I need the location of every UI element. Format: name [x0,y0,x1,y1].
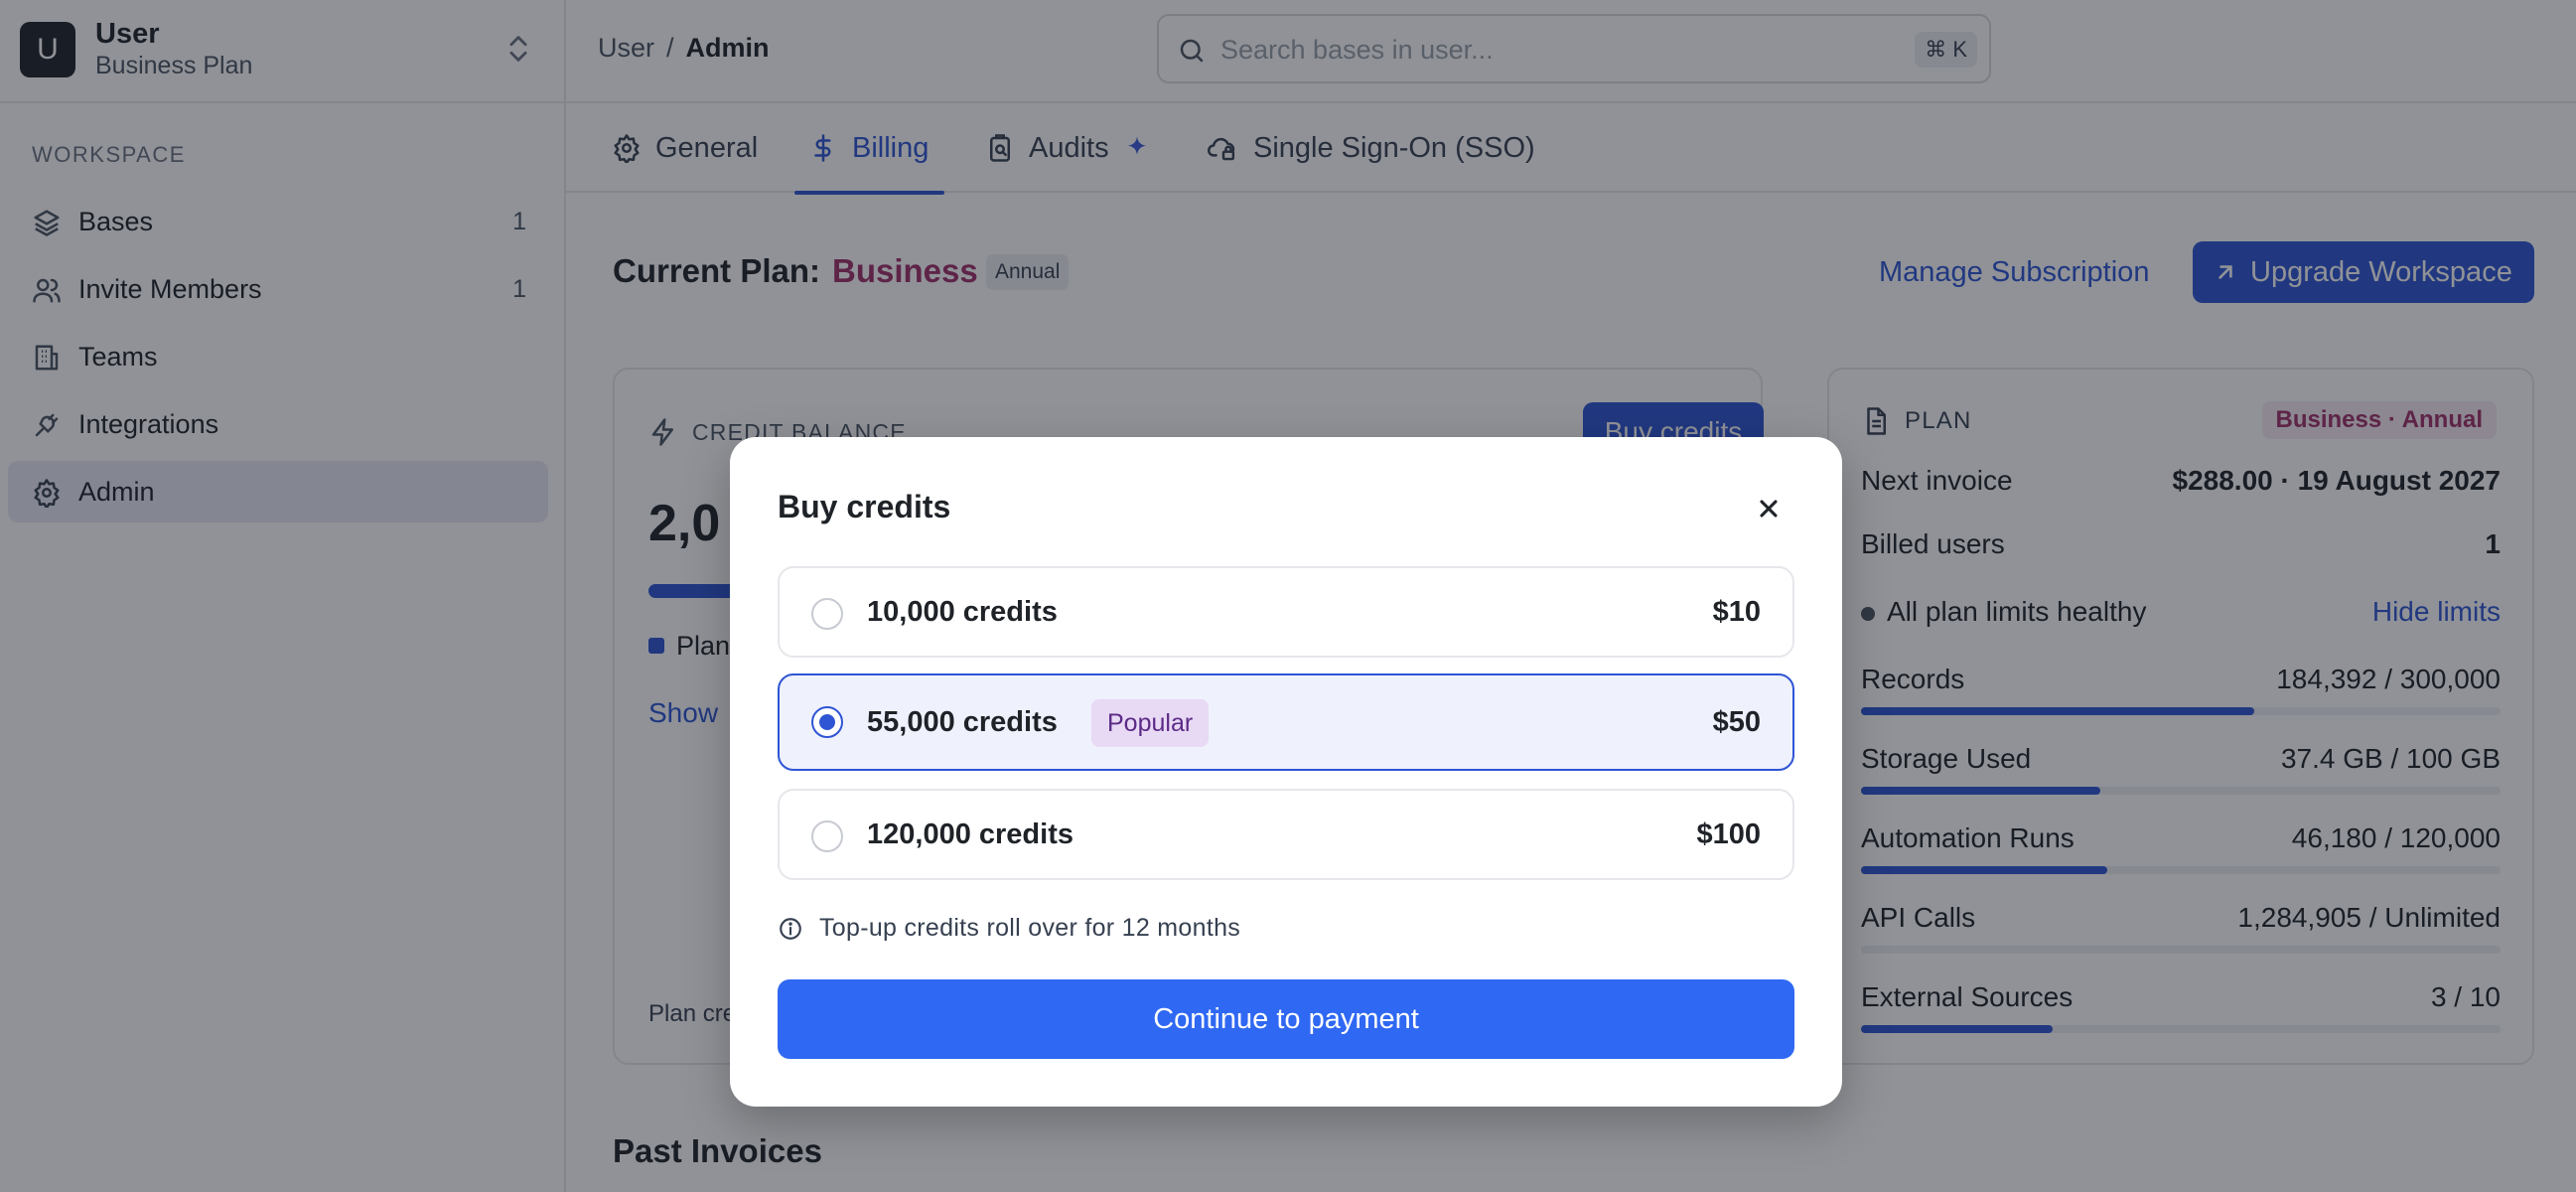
close-button[interactable] [1751,491,1787,526]
rollover-note: Top-up credits roll over for 12 months [778,914,1240,943]
info-icon [778,916,803,942]
app: U User Business Plan WORKSPACE Bases 1 I… [0,0,2576,1192]
credit-option-10000[interactable]: 10,000 credits $10 [778,566,1794,658]
radio-button[interactable] [811,820,843,852]
close-icon [1755,495,1783,522]
continue-to-payment-button[interactable]: Continue to payment [778,979,1794,1059]
rollover-note-text: Top-up credits roll over for 12 months [819,914,1241,942]
credit-option-label: 55,000 credits [867,706,1058,738]
radio-button-selected[interactable] [811,706,843,738]
radio-button[interactable] [811,598,843,630]
buy-credits-modal: Buy credits 10,000 credits $10 55,000 cr… [730,437,1842,1107]
credit-option-55000[interactable]: 55,000 credits Popular $50 [778,673,1794,771]
credit-option-label: 10,000 credits [867,596,1058,628]
modal-title: Buy credits [778,489,951,524]
popular-badge: Popular [1091,699,1210,747]
credit-option-label: 120,000 credits [867,819,1073,850]
credit-option-price: $100 [1696,819,1761,850]
credit-option-price: $50 [1712,706,1761,738]
credit-option-120000[interactable]: 120,000 credits $100 [778,789,1794,880]
credit-option-price: $10 [1712,596,1761,628]
